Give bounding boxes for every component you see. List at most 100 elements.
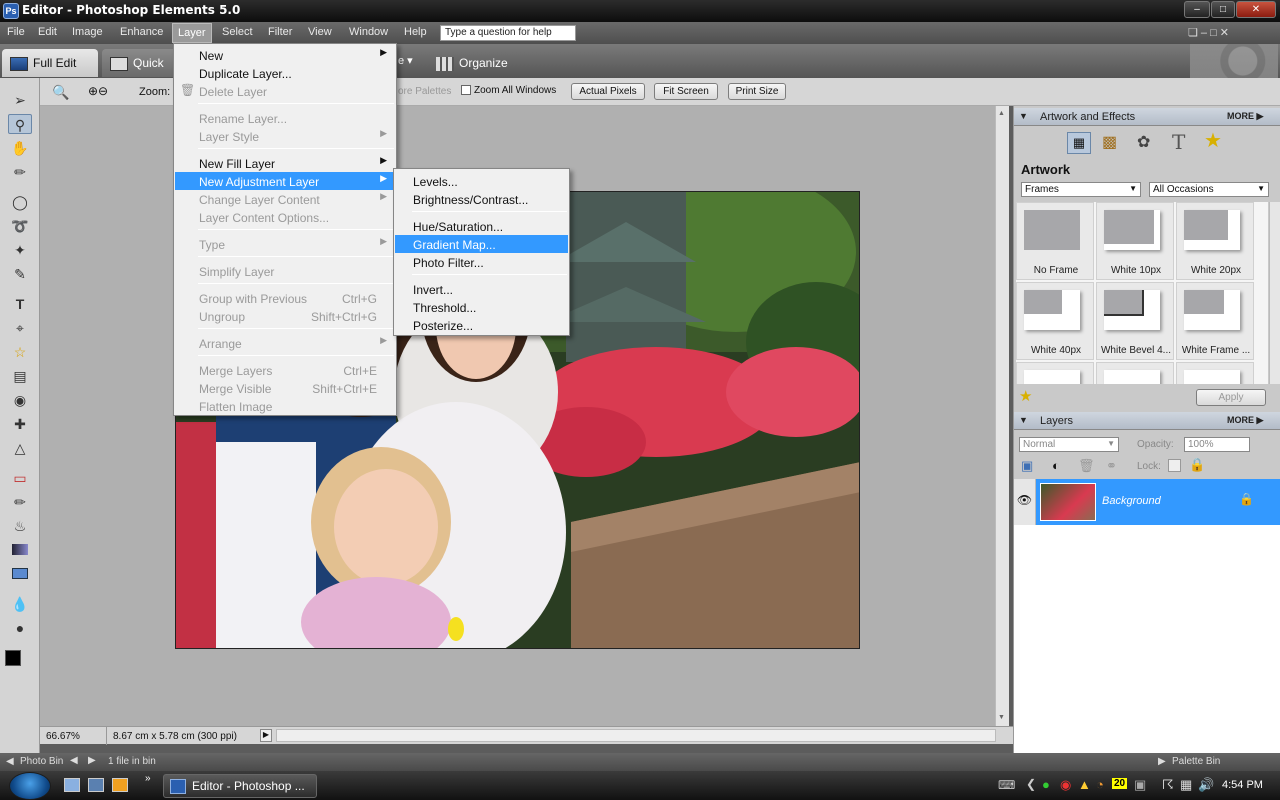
red-eye-tool-icon[interactable]: ◉ xyxy=(8,390,32,410)
menuitem-rename-layer[interactable]: Rename Layer... xyxy=(175,109,395,127)
tab-quick[interactable]: Quick xyxy=(102,49,182,77)
volume-icon[interactable]: 🔊 xyxy=(1198,777,1214,793)
gradient-tool-icon[interactable] xyxy=(8,540,32,560)
safely-remove-icon[interactable]: ☈ xyxy=(1162,777,1174,793)
frame-thumb-row3-c[interactable] xyxy=(1176,362,1254,384)
quicklaunch-more-icon[interactable]: » xyxy=(145,773,151,784)
menuitem-layer-content-options[interactable]: Layer Content Options... xyxy=(175,208,395,226)
app-tray-icon[interactable]: ▲ xyxy=(1078,777,1091,792)
palette-bin-label[interactable]: Palette Bin xyxy=(1172,756,1220,767)
zoom-all-windows-checkbox[interactable]: Zoom All Windows xyxy=(461,85,556,96)
menu-image[interactable]: Image xyxy=(72,26,103,38)
menu-filter[interactable]: Filter xyxy=(268,26,292,38)
tray-expand-icon[interactable]: ❮ xyxy=(1026,777,1036,791)
canvas-vertical-scrollbar[interactable]: ▲ ▼ xyxy=(995,106,1009,726)
layer-name[interactable]: Background xyxy=(1102,495,1161,507)
menu-layer[interactable]: Layer xyxy=(172,23,212,43)
menuitem-merge-visible[interactable]: Merge Visible Shift+Ctrl+E xyxy=(175,379,395,397)
favorites-tab-icon[interactable]: ★ xyxy=(1204,128,1222,153)
frame-thumb-white-bevel[interactable]: White Bevel 4... xyxy=(1096,282,1174,360)
create-dropdown-tail[interactable]: e ▾ xyxy=(398,54,413,67)
menuitem-photo-filter[interactable]: Photo Filter... xyxy=(395,253,568,271)
text-tab-icon[interactable]: T xyxy=(1172,130,1185,154)
bin-prev-icon[interactable]: ◀ xyxy=(70,755,78,766)
eraser-tool-icon[interactable]: ▭ xyxy=(8,468,32,488)
zoom-tool-icon[interactable]: 🔍 xyxy=(52,84,69,101)
menuitem-merge-layers[interactable]: Merge Layers Ctrl+E xyxy=(175,361,395,379)
healing-brush-tool-icon[interactable]: ✚ xyxy=(8,414,32,434)
scroll-up-arrow-icon[interactable]: ▲ xyxy=(998,110,1005,117)
zoom-in-out-icon[interactable]: ⊕⊖ xyxy=(88,84,108,98)
favorite-star-icon[interactable]: ★ xyxy=(1019,387,1032,405)
layer-row-background[interactable]: 👁 Background 🔒 xyxy=(1014,479,1280,525)
bin-next-icon[interactable]: ▶ xyxy=(88,755,96,766)
menuitem-invert[interactable]: Invert... xyxy=(395,280,568,298)
selection-brush-tool-icon[interactable]: ✎ xyxy=(8,264,32,284)
frame-thumb-row3-b[interactable] xyxy=(1096,362,1174,384)
frame-thumb-row3-a[interactable] xyxy=(1016,362,1094,384)
menuitem-duplicate-layer[interactable]: Duplicate Layer... xyxy=(175,64,395,82)
print-size-button[interactable]: Print Size xyxy=(728,83,786,100)
hand-tool-icon[interactable]: ✋ xyxy=(8,138,32,158)
lock-all-icon[interactable]: 🔒 xyxy=(1189,457,1205,473)
new-layer-icon[interactable]: ▣ xyxy=(1021,458,1033,474)
update-tray-icon[interactable]: ◔ xyxy=(1096,777,1104,792)
media-player-icon[interactable] xyxy=(112,778,128,792)
menuitem-flatten-image[interactable]: Flatten Image xyxy=(175,397,395,415)
pencil-tool-icon[interactable]: ✏ xyxy=(8,492,32,512)
menuitem-hue-saturation[interactable]: Hue/Saturation... xyxy=(395,217,568,235)
menuitem-simplify-layer[interactable]: Simplify Layer xyxy=(175,262,395,280)
theme-tab-icon[interactable]: ▩ xyxy=(1102,132,1117,152)
menu-select[interactable]: Select xyxy=(222,26,253,38)
adjustment-layer-icon[interactable]: ◐ xyxy=(1052,458,1060,473)
menu-file[interactable]: File xyxy=(7,26,25,38)
fit-screen-button[interactable]: Fit Screen xyxy=(654,83,718,100)
taskbar-photoshop-button[interactable]: Editor - Photoshop ... xyxy=(163,774,317,798)
tray-number-badge[interactable]: 20 xyxy=(1112,778,1128,789)
clone-stamp-tool-icon[interactable]: △ xyxy=(8,438,32,458)
minimize-button[interactable]: – xyxy=(1184,1,1210,18)
collapse-triangle-icon[interactable]: ▼ xyxy=(1019,415,1028,425)
tab-organize[interactable]: Organize xyxy=(428,49,514,77)
type-tool-icon[interactable]: T xyxy=(8,294,32,314)
help-search-input[interactable]: Type a question for help xyxy=(440,25,576,41)
maximize-button[interactable]: □ xyxy=(1211,1,1235,18)
shape-tool-icon[interactable] xyxy=(8,564,32,584)
show-desktop-icon[interactable] xyxy=(64,778,80,792)
zoom-tool-icon[interactable]: ⚲ xyxy=(8,114,32,134)
straighten-tool-icon[interactable]: ▤ xyxy=(8,366,32,386)
frame-thumb-white-frame[interactable]: White Frame ... xyxy=(1176,282,1254,360)
menuitem-threshold[interactable]: Threshold... xyxy=(395,298,568,316)
status-menu-arrow-icon[interactable]: ▶ xyxy=(260,729,272,742)
document-window-controls[interactable]: ❏ – □ ✕ xyxy=(1188,26,1248,39)
menuitem-type[interactable]: Type ▶ xyxy=(175,235,395,253)
lock-transparent-icon[interactable] xyxy=(1168,459,1181,472)
messenger-tray-icon[interactable]: ● xyxy=(1042,777,1050,792)
blend-mode-select[interactable]: Normal ▼ xyxy=(1019,437,1119,452)
eye-visibility-icon[interactable]: 👁 xyxy=(1014,479,1036,525)
artwork-scrollbar[interactable] xyxy=(1269,202,1280,384)
magic-wand-tool-icon[interactable]: ✦ xyxy=(8,240,32,260)
menu-window[interactable]: Window xyxy=(349,26,388,38)
menuitem-levels[interactable]: Levels... xyxy=(395,172,568,190)
taskbar-clock[interactable]: 4:54 PM xyxy=(1222,779,1263,791)
start-button[interactable] xyxy=(9,772,51,800)
tray-app-icon[interactable]: ▣ xyxy=(1134,777,1146,793)
paint-bucket-tool-icon[interactable]: ♨ xyxy=(8,516,32,536)
artwork-more-button[interactable]: MORE ▶ xyxy=(1227,111,1263,122)
actual-pixels-button[interactable]: Actual Pixels xyxy=(571,83,645,100)
menuitem-new-fill-layer[interactable]: New Fill Layer ▶ xyxy=(175,154,395,172)
delete-layer-icon[interactable]: 🗑 xyxy=(1078,458,1095,474)
layers-panel-header[interactable]: ▼ Layers MORE ▶ xyxy=(1014,412,1280,430)
palette-bin-toggle-icon[interactable]: ▶ xyxy=(1158,756,1166,767)
menu-enhance[interactable]: Enhance xyxy=(120,26,163,38)
menuitem-gradient-map[interactable]: Gradient Map... xyxy=(395,235,568,253)
menuitem-brightness-contrast[interactable]: Brightness/Contrast... xyxy=(395,190,568,208)
artwork-category-select[interactable]: Frames ▼ xyxy=(1021,182,1141,197)
frame-thumb-white-10px[interactable]: White 10px xyxy=(1096,202,1174,280)
photo-bin-toggle-icon[interactable]: ◀ xyxy=(6,756,14,767)
menuitem-arrange[interactable]: Arrange ▶ xyxy=(175,334,395,352)
photo-bin-label[interactable]: Photo Bin xyxy=(20,756,63,767)
link-layer-icon[interactable]: ⚭ xyxy=(1106,458,1117,474)
move-tool-icon[interactable]: ➢ xyxy=(8,90,32,110)
